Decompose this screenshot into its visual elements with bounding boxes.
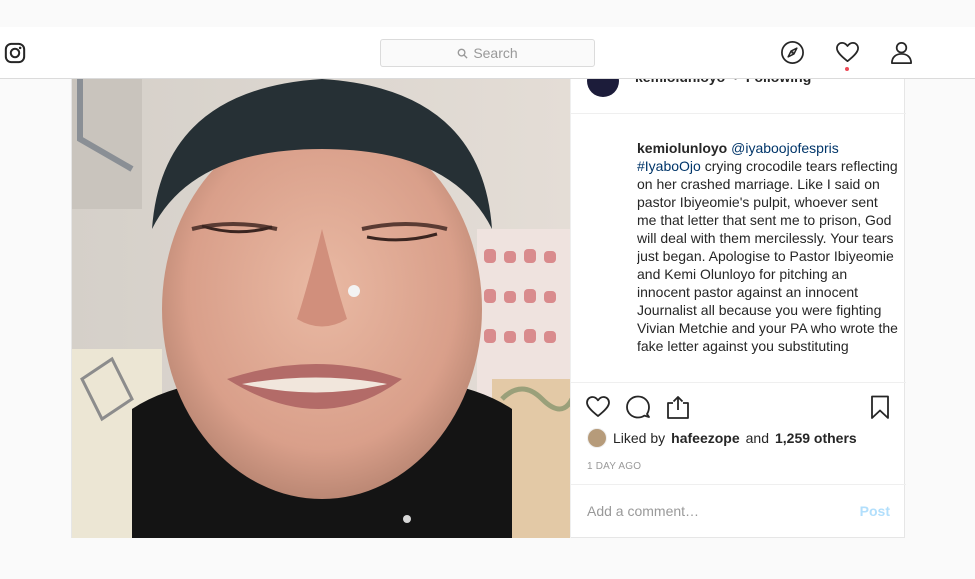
- comment-icon[interactable]: [625, 394, 651, 420]
- post-caption: kemiolunloyo @iyaboojofespris #IyaboOjo …: [637, 139, 899, 382]
- bookmark-icon[interactable]: [867, 394, 893, 420]
- post-sidebar: kemiolunloyo • Following kemiolunloyo @i…: [570, 65, 906, 538]
- comment-box: Add a comment… Post: [571, 484, 906, 539]
- caption-text: crying crocodile tears reflecting on her…: [637, 158, 898, 354]
- video-frame-illustration: [72, 79, 570, 538]
- browser-top-strip: [0, 0, 975, 27]
- post-card: kemiolunloyo • Following kemiolunloyo @i…: [71, 65, 906, 538]
- share-icon[interactable]: [665, 394, 691, 420]
- search-placeholder: Search: [473, 45, 518, 61]
- notification-dot: [845, 67, 849, 71]
- post-comment-button[interactable]: Post: [860, 503, 890, 519]
- instagram-glyph-icon[interactable]: [4, 42, 26, 64]
- liker-username[interactable]: hafeezope: [671, 430, 739, 446]
- likes-prefix: Liked by: [613, 430, 666, 446]
- search-icon: [457, 48, 468, 59]
- like-icon[interactable]: [585, 394, 611, 420]
- likes-count[interactable]: 1,259 others: [775, 430, 857, 446]
- likes-summary: Liked by hafeezope and 1,259 others: [587, 428, 857, 448]
- caption-username[interactable]: kemiolunloyo: [637, 140, 727, 156]
- comment-input[interactable]: Add a comment…: [587, 503, 699, 519]
- heart-icon[interactable]: [835, 40, 860, 65]
- post-actions: Liked by hafeezope and 1,259 others 1 DA…: [571, 382, 906, 538]
- profile-icon[interactable]: [889, 40, 914, 65]
- compass-icon[interactable]: [780, 40, 805, 65]
- top-navbar: Search: [0, 27, 975, 79]
- likes-conjunction: and: [745, 430, 769, 446]
- caption-mention[interactable]: @iyaboojofespris: [731, 140, 839, 156]
- caption-hashtag[interactable]: #IyaboOjo: [637, 158, 701, 174]
- post-timestamp[interactable]: 1 DAY AGO: [587, 461, 641, 472]
- liker-avatar[interactable]: [587, 428, 607, 448]
- post-video[interactable]: [72, 79, 570, 538]
- search-input[interactable]: Search: [380, 39, 595, 67]
